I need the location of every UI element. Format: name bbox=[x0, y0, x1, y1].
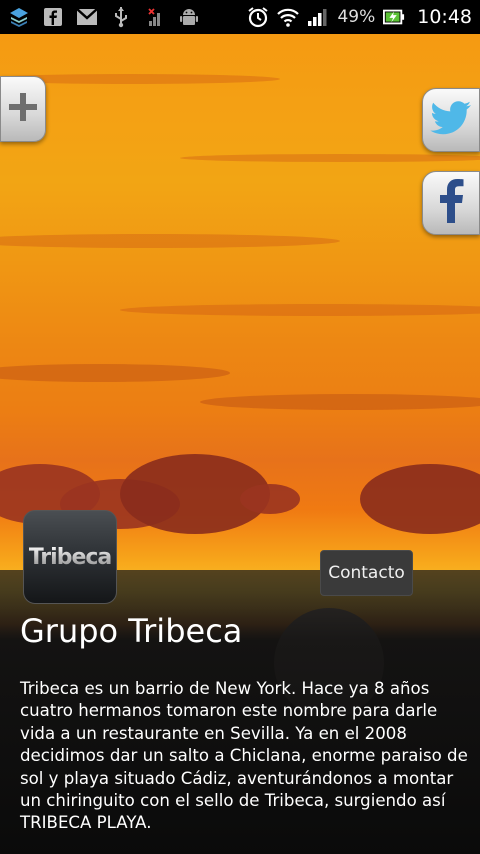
facebook-button[interactable] bbox=[422, 171, 480, 235]
battery-charging-icon bbox=[383, 6, 405, 28]
facebook-icon bbox=[437, 179, 465, 227]
alarm-icon bbox=[247, 6, 269, 28]
stack-icon bbox=[8, 6, 30, 28]
tribeca-logo: Tribeca bbox=[23, 510, 117, 604]
battery-percent: 49% bbox=[337, 7, 376, 27]
status-bar: 49% 10:48 bbox=[0, 0, 480, 34]
clock: 10:48 bbox=[417, 6, 472, 28]
wifi-icon bbox=[277, 6, 300, 28]
logo-text: Tribeca bbox=[28, 544, 113, 570]
cell-signal-icon bbox=[307, 6, 329, 28]
twitter-icon bbox=[429, 100, 473, 140]
twitter-button[interactable] bbox=[422, 88, 480, 152]
android-icon bbox=[178, 6, 200, 28]
usb-icon bbox=[110, 6, 132, 28]
system-icons: 49% 10:48 bbox=[247, 6, 472, 28]
signal-off-icon bbox=[144, 6, 166, 28]
contact-button[interactable]: Contacto bbox=[320, 550, 413, 596]
add-button[interactable] bbox=[0, 76, 46, 142]
plus-icon bbox=[7, 91, 39, 127]
gmail-icon bbox=[76, 6, 98, 28]
description-text: Tribeca es un barrio de New York. Hace y… bbox=[20, 679, 468, 833]
notification-icons bbox=[8, 6, 200, 28]
page-title: Grupo Tribeca bbox=[20, 612, 243, 650]
facebook-icon bbox=[42, 6, 64, 28]
